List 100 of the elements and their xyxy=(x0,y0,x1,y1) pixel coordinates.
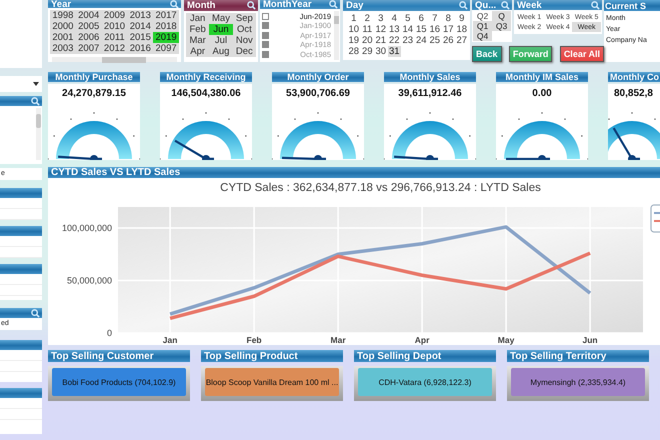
list-item[interactable]: 26 xyxy=(442,35,455,46)
list-item[interactable]: 28 xyxy=(347,46,360,57)
list-item[interactable]: Sep xyxy=(232,13,256,24)
list-item[interactable]: 14 xyxy=(401,24,414,35)
list-item[interactable]: 2009 xyxy=(102,10,128,22)
listbox-title: Qu... xyxy=(472,0,512,10)
list-item[interactable]: Jun xyxy=(209,24,233,35)
panel-title: Top Selling Depot xyxy=(354,350,496,362)
axis-label: Feb xyxy=(246,335,262,345)
list-item[interactable]: 2017 xyxy=(153,10,179,22)
axis-label: Jun xyxy=(582,335,598,345)
result-button[interactable]: Bloop Scoop Vanilla Dream 100 ml ... xyxy=(205,368,339,396)
result-button[interactable]: CDH-Vatara (6,928,122.3) xyxy=(358,368,492,396)
list-item[interactable]: 13 xyxy=(388,24,401,35)
list-item[interactable]: 2003 xyxy=(50,43,76,54)
back-button[interactable]: Back xyxy=(472,46,502,62)
list-item[interactable]: 31 xyxy=(388,46,401,57)
result-button[interactable]: Mymensingh (2,335,934.4) xyxy=(511,368,645,396)
list-item[interactable]: Jul xyxy=(209,35,233,46)
search-icon[interactable] xyxy=(329,0,338,8)
search-icon[interactable] xyxy=(501,0,510,10)
list-item[interactable]: 2010 xyxy=(102,21,128,32)
list-item[interactable]: 25 xyxy=(428,35,442,46)
list-item[interactable]: 2006 xyxy=(76,32,102,44)
list-item[interactable]: May xyxy=(209,13,233,24)
gauge-value: 24,270,879.15 xyxy=(62,88,126,99)
listbox-title: MonthYear xyxy=(260,0,340,8)
list-item[interactable]: 17 xyxy=(442,24,455,35)
status-square xyxy=(262,41,269,48)
list-item[interactable]: 21 xyxy=(374,35,388,46)
list-item[interactable]: 19 xyxy=(347,35,360,46)
list-item[interactable]: 2013 xyxy=(127,10,154,22)
search-icon[interactable] xyxy=(31,96,40,106)
list-item[interactable]: Feb xyxy=(186,24,210,35)
list-item[interactable]: Apr xyxy=(186,46,210,57)
list-item[interactable]: 22 xyxy=(388,35,401,46)
list-item[interactable]: 15 xyxy=(414,24,428,35)
list-item[interactable]: Jan xyxy=(186,13,210,24)
panel-title: Top Selling Product xyxy=(201,350,343,362)
scrollbar[interactable] xyxy=(334,10,339,60)
status-square xyxy=(262,50,269,58)
list-item[interactable]: 12 xyxy=(374,24,388,35)
list-item[interactable]: 2000 xyxy=(50,21,76,32)
result-button[interactable]: Bobi Food Products (704,102.9) xyxy=(52,368,186,396)
gauge-value: 146,504,380.06 xyxy=(171,88,241,99)
search-icon[interactable] xyxy=(247,1,256,10)
list-item[interactable]: 16 xyxy=(428,24,442,35)
list-item[interactable]: 2004 xyxy=(76,10,102,22)
list-item[interactable]: 2019 xyxy=(153,32,179,44)
list-item[interactable]: 2015 xyxy=(127,32,154,44)
list-item[interactable]: 2001 xyxy=(50,32,76,44)
list-item[interactable]: Q4 xyxy=(473,31,492,41)
gauge-value: 0.00 xyxy=(532,88,552,99)
list-item[interactable]: 29 xyxy=(360,46,374,57)
list-item[interactable]: 11 xyxy=(360,24,374,35)
list-item[interactable]: Q1 xyxy=(473,21,492,31)
panel-title: Top Selling Customer xyxy=(48,350,190,362)
axis-label: Jan xyxy=(162,335,178,345)
list-item[interactable]: 2016 xyxy=(127,43,154,54)
list-item[interactable]: Q xyxy=(492,11,511,21)
list-item[interactable]: 2005 xyxy=(76,21,102,32)
list-item[interactable]: Q3 xyxy=(492,21,511,31)
list-item[interactable]: 18 xyxy=(455,24,468,35)
search-icon[interactable] xyxy=(591,0,600,10)
list-item[interactable]: 10 xyxy=(347,24,360,35)
axis-label: Mar xyxy=(330,335,346,345)
list-item[interactable]: 24 xyxy=(414,35,428,46)
list-item[interactable]: 2018 xyxy=(153,21,179,32)
scrollbar[interactable] xyxy=(52,57,177,62)
search-icon[interactable] xyxy=(31,308,40,318)
list-item[interactable]: 2007 xyxy=(76,43,102,54)
gauge-title: Monthly Purchase xyxy=(55,72,133,82)
list-item[interactable]: 2012 xyxy=(102,43,128,54)
list-item[interactable]: Mar xyxy=(186,35,210,46)
list-item[interactable]: 2011 xyxy=(102,32,128,44)
list-item[interactable]: 23 xyxy=(401,35,414,46)
gauge-title: Monthly IM Sales xyxy=(505,72,578,82)
search-icon[interactable] xyxy=(170,0,179,8)
search-icon[interactable] xyxy=(459,1,468,10)
list-item[interactable]: 2097 xyxy=(153,43,179,54)
list-item[interactable]: 1998 xyxy=(50,10,76,22)
listbox-title: Current S xyxy=(604,0,660,11)
list-item[interactable]: Dec xyxy=(232,46,256,57)
list-item[interactable]: Aug xyxy=(209,46,233,57)
status-square xyxy=(262,32,269,39)
axis-label: Apr xyxy=(414,335,430,345)
list-item[interactable]: 2014 xyxy=(127,21,154,32)
list-item[interactable]: 27 xyxy=(455,35,468,46)
list-item[interactable]: Nov xyxy=(232,35,256,46)
status-square xyxy=(262,22,269,30)
panel-title: Top Selling Territory xyxy=(507,350,649,362)
dropdown-field[interactable] xyxy=(0,76,42,92)
gauge-title: Monthly Sales xyxy=(400,72,460,82)
chart-caption: CYTD Sales VS LYTD Sales xyxy=(48,167,660,178)
listbox-title: Year xyxy=(48,0,181,8)
list-item[interactable]: Oct xyxy=(232,24,256,35)
list-item[interactable]: 20 xyxy=(360,35,374,46)
clear-all-button[interactable]: Clear All xyxy=(560,46,604,62)
list-item[interactable]: 30 xyxy=(374,46,388,57)
scrollbar[interactable] xyxy=(36,108,41,160)
